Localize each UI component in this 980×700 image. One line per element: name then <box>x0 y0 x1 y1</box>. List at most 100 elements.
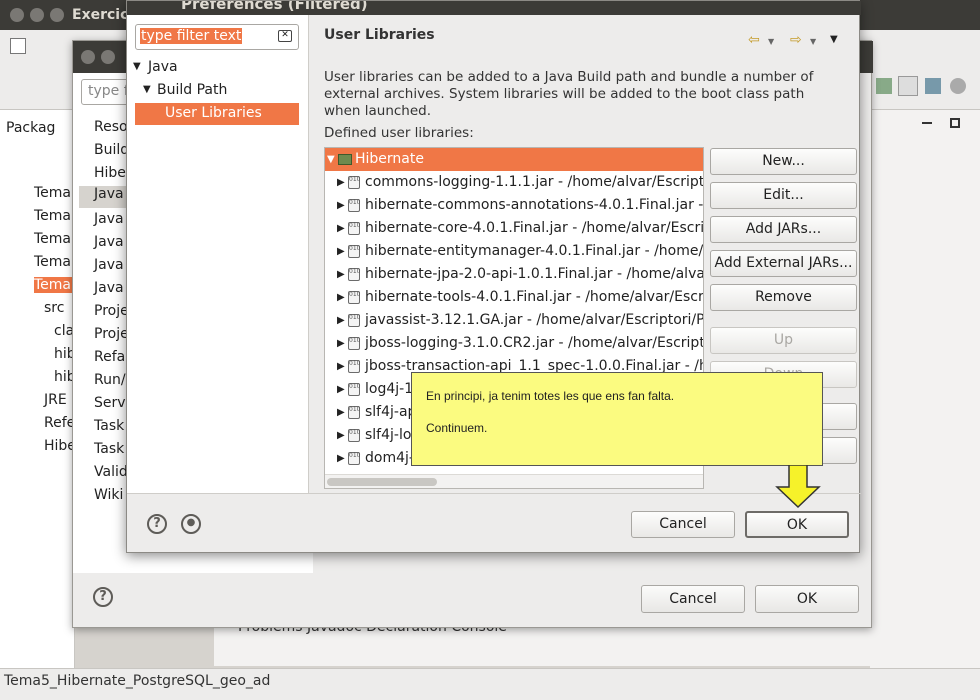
team-perspective-icon[interactable] <box>950 78 966 94</box>
jar-row[interactable]: ▶ 010 javassist-3.12.1.GA.jar - /home/al… <box>325 309 703 332</box>
horizontal-scrollbar[interactable] <box>325 474 703 488</box>
tree-item[interactable]: src <box>44 300 64 316</box>
expand-icon[interactable]: ▶ <box>337 240 345 263</box>
close-window-icon[interactable] <box>10 8 24 22</box>
jar-row[interactable]: ▶ 010 hibernate-tools-4.0.1.Final.jar - … <box>325 286 703 309</box>
remove-button[interactable]: Remove <box>710 284 857 311</box>
minimize-icon[interactable] <box>922 122 932 124</box>
expand-icon[interactable]: ▶ <box>337 171 345 194</box>
expand-icon[interactable]: ▶ <box>337 263 345 286</box>
nav-user-libraries[interactable]: User Libraries <box>135 103 299 125</box>
nav-item[interactable]: Java <box>94 234 124 250</box>
jar-row[interactable]: ▶ 010 hibernate-core-4.0.1.Final.jar - /… <box>325 217 703 240</box>
nav-item[interactable]: Valid <box>94 464 128 480</box>
nav-item[interactable]: Task <box>94 418 124 434</box>
nav-item[interactable]: Task <box>94 441 124 457</box>
back-arrow-icon[interactable]: ⇦ <box>748 32 760 48</box>
expand-icon[interactable]: ▶ <box>337 217 345 240</box>
background-cancel-button[interactable]: Cancel <box>641 585 745 613</box>
jar-label: slf4j-ap <box>365 404 417 420</box>
filter-text: type filter text <box>140 28 243 44</box>
nav-item[interactable]: Wiki <box>94 487 123 503</box>
forward-arrow-icon[interactable]: ⇨ <box>790 32 802 48</box>
jar-row[interactable]: ▶ 010 hibernate-entitymanager-4.0.1.Fina… <box>325 240 703 263</box>
scrollbar-thumb[interactable] <box>327 478 437 486</box>
preferences-dialog: Preferences (Filtered) type filter text … <box>126 0 861 553</box>
jar-label: commons-logging-1.1.1.jar - /home/alvar/… <box>365 174 704 190</box>
jar-icon: 010 <box>348 429 360 442</box>
jar-label: slf4j-lo <box>365 427 412 443</box>
view-menu-icon[interactable]: ▼ <box>830 34 838 45</box>
new-button[interactable]: New... <box>710 148 857 175</box>
nav-item[interactable]: Hibe <box>94 165 126 181</box>
new-icon[interactable] <box>10 38 26 54</box>
status-bar: Tema5_Hibernate_PostgreSQL_geo_ad <box>0 668 980 700</box>
maximize-window-icon[interactable] <box>50 8 64 22</box>
tree-item[interactable]: Tema <box>34 231 71 247</box>
nav-item[interactable]: Java <box>94 257 124 273</box>
tree-item[interactable]: Tema <box>34 185 71 201</box>
ok-button[interactable]: OK <box>745 511 849 538</box>
expand-icon[interactable]: ▼ <box>327 148 335 171</box>
tree-item[interactable]: JRE <box>44 392 67 408</box>
up-button[interactable]: Up <box>710 327 857 354</box>
nav-item[interactable]: Refa <box>94 349 125 365</box>
jar-row[interactable]: ▶ 010 commons-logging-1.1.1.jar - /home/… <box>325 171 703 194</box>
filter-input[interactable]: type filter text ✕ <box>135 24 299 50</box>
preferences-titlebar: Preferences (Filtered) <box>127 1 861 15</box>
expand-icon[interactable]: ▶ <box>337 447 345 470</box>
library-icon <box>338 154 352 165</box>
library-hibernate[interactable]: ▼ Hibernate <box>325 148 703 171</box>
chevron-down-icon[interactable]: ▼ <box>810 37 816 46</box>
expand-icon[interactable]: ▶ <box>337 401 345 424</box>
jar-row[interactable]: ▶ 010 jboss-logging-3.1.0.CR2.jar - /hom… <box>325 332 703 355</box>
background-ok-button[interactable]: OK <box>755 585 859 613</box>
clear-filter-icon[interactable]: ✕ <box>278 30 292 42</box>
nav-item[interactable]: Java <box>94 280 124 296</box>
import-export-icon[interactable]: ● <box>181 514 201 534</box>
maximize-icon[interactable] <box>950 118 960 128</box>
perspective-icon[interactable] <box>876 78 892 94</box>
expand-icon[interactable]: ▶ <box>337 332 345 355</box>
debug-perspective-icon[interactable] <box>925 78 941 94</box>
edit-button[interactable]: Edit... <box>710 182 857 209</box>
jar-icon: 010 <box>348 406 360 419</box>
minimize-window-icon[interactable] <box>30 8 44 22</box>
nav-build-path[interactable]: Build Path <box>157 82 227 98</box>
expand-icon[interactable]: ▶ <box>337 194 345 217</box>
tree-item-selected[interactable]: Tema <box>34 277 74 293</box>
nav-user-libraries-label: User Libraries <box>165 105 262 121</box>
nav-item[interactable]: Java <box>94 211 124 227</box>
nav-item[interactable]: Build <box>94 142 129 158</box>
expand-icon[interactable]: ▶ <box>337 355 345 378</box>
nav-item[interactable]: Run/ <box>94 372 126 388</box>
add-jars-button[interactable]: Add JARs... <box>710 216 857 243</box>
collapse-icon[interactable]: ▼ <box>143 84 151 95</box>
nav-java[interactable]: Java <box>148 59 178 75</box>
jar-row[interactable]: ▶ 010 hibernate-commons-annotations-4.0.… <box>325 194 703 217</box>
expand-icon[interactable]: ▶ <box>337 378 345 401</box>
expand-icon[interactable]: ▶ <box>337 424 345 447</box>
java-perspective-icon[interactable] <box>898 76 918 96</box>
collapse-icon[interactable]: ▼ <box>133 61 141 72</box>
maximize-icon[interactable] <box>101 50 115 64</box>
add-external-jars-button[interactable]: Add External JARs... <box>710 250 857 277</box>
tree-item[interactable]: Refe <box>44 415 75 431</box>
package-explorer-title: Packag <box>6 120 56 136</box>
nav-item[interactable]: Proje <box>94 303 129 319</box>
help-icon[interactable]: ? <box>147 514 167 534</box>
nav-item[interactable]: Proje <box>94 326 129 342</box>
help-icon[interactable]: ? <box>93 587 113 607</box>
expand-icon[interactable]: ▶ <box>337 309 345 332</box>
page-title: User Libraries <box>324 27 435 43</box>
expand-icon[interactable]: ▶ <box>337 286 345 309</box>
close-icon[interactable] <box>81 50 95 64</box>
jar-label: hibernate-entitymanager-4.0.1.Final.jar … <box>365 243 704 259</box>
nav-item[interactable]: Java <box>79 186 129 208</box>
tree-item[interactable]: Tema <box>34 254 71 270</box>
nav-item[interactable]: Reso <box>94 119 128 135</box>
jar-row[interactable]: ▶ 010 hibernate-jpa-2.0-api-1.0.1.Final.… <box>325 263 703 286</box>
chevron-down-icon[interactable]: ▼ <box>768 37 774 46</box>
tree-item[interactable]: Tema <box>34 208 71 224</box>
cancel-button[interactable]: Cancel <box>631 511 735 538</box>
